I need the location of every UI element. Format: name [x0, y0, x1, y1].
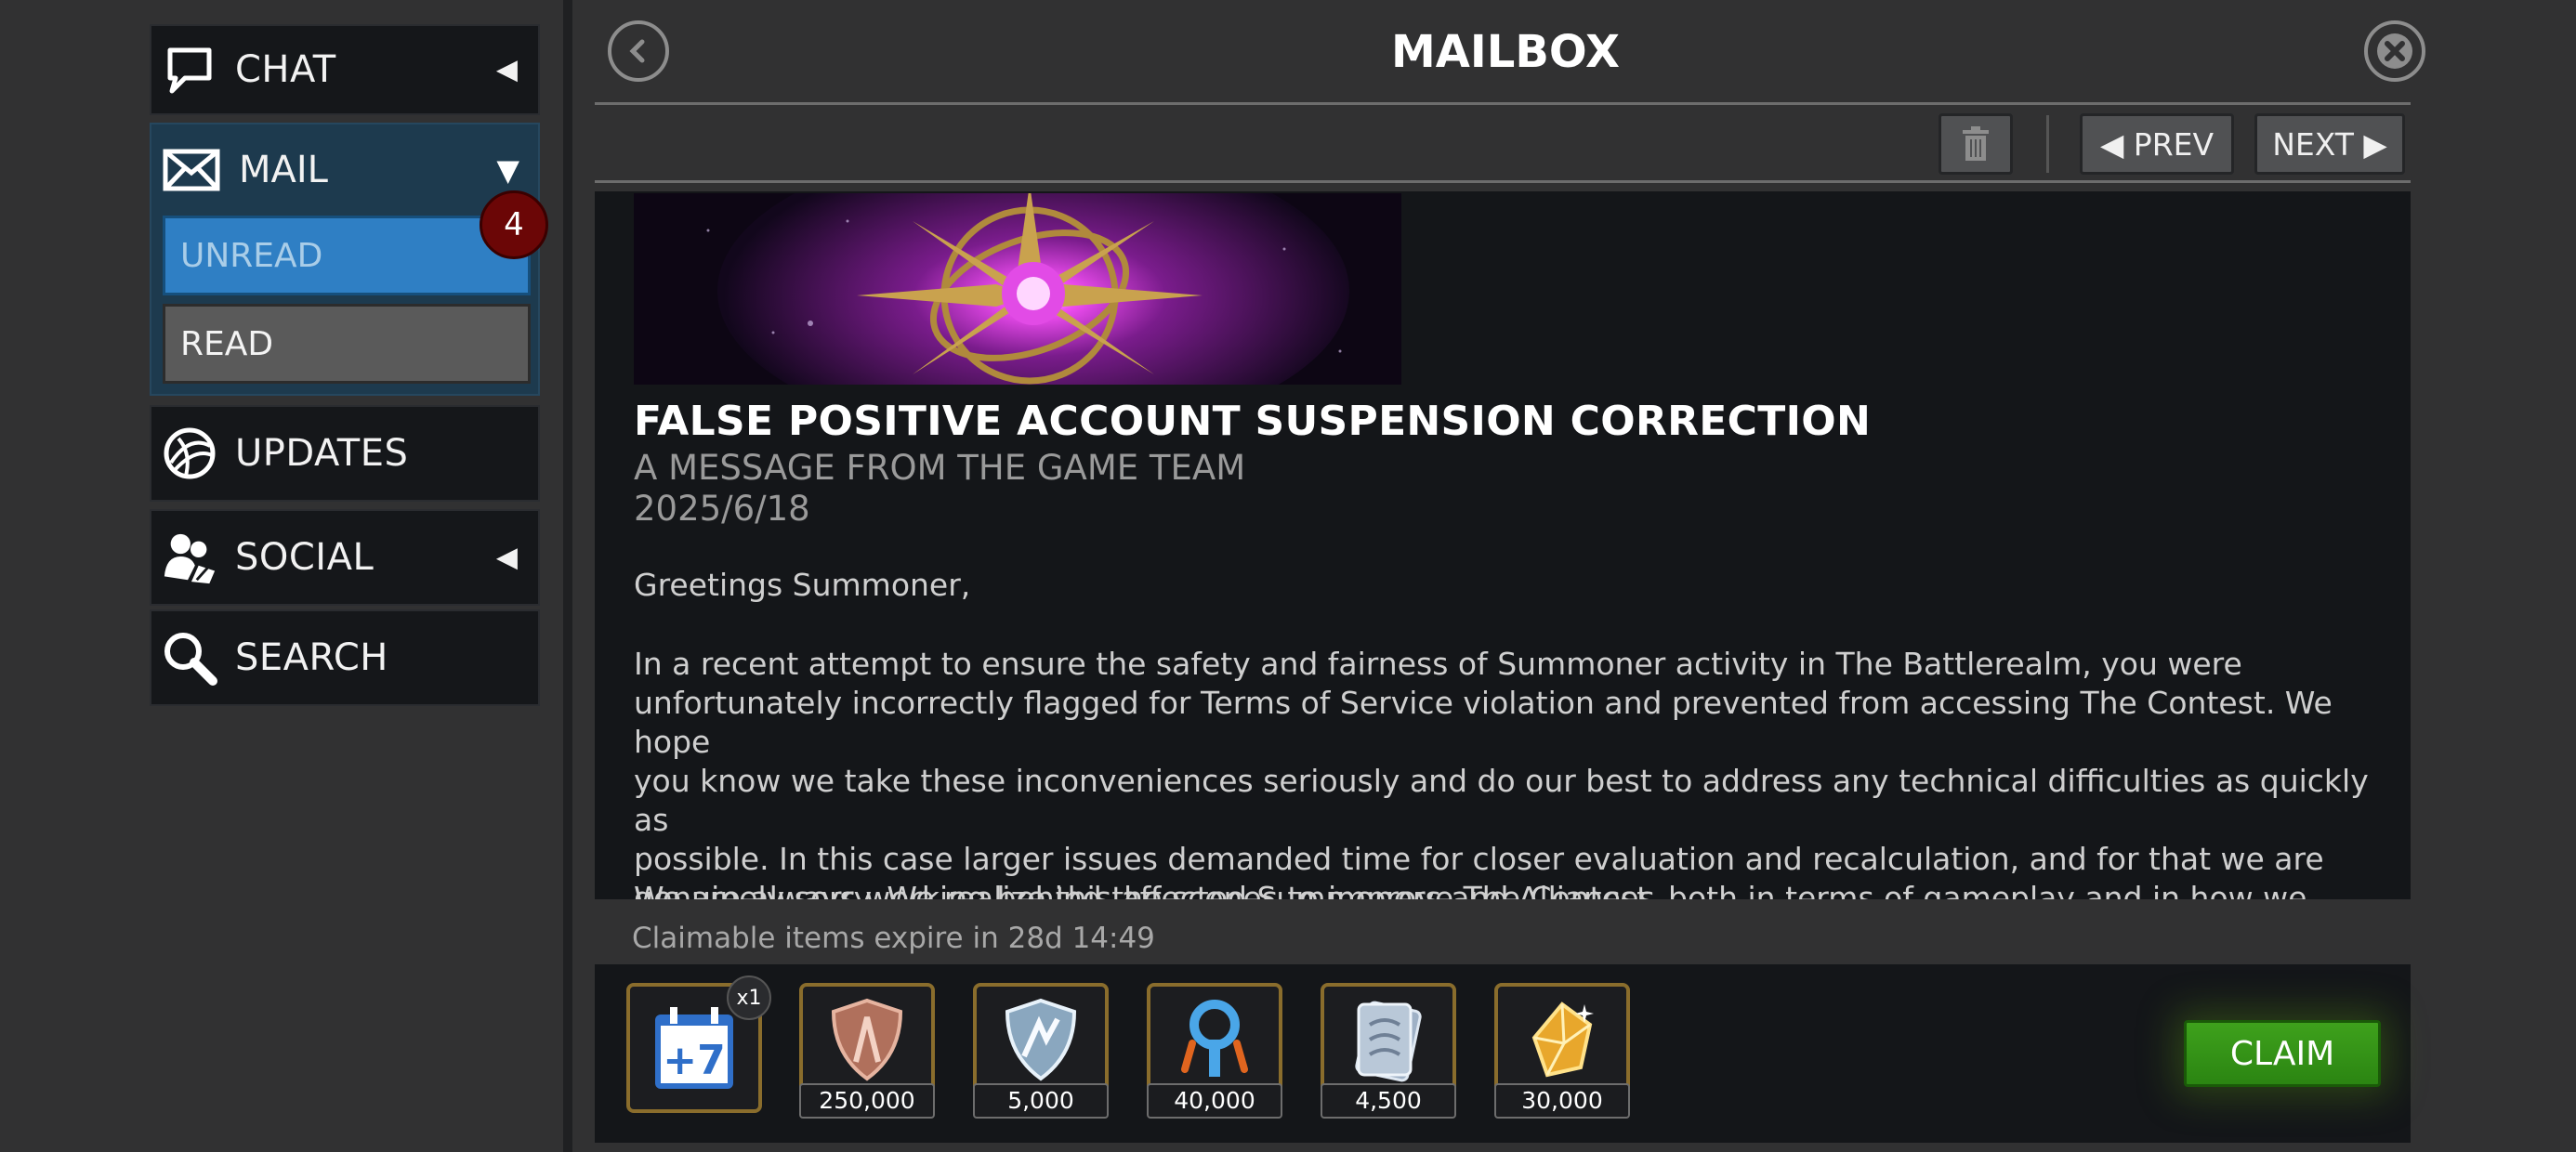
search-icon	[161, 629, 218, 687]
silver-shield-icon	[1005, 998, 1077, 1081]
toolbar-divider	[595, 180, 2411, 183]
reward-item[interactable]: 4,500	[1321, 983, 1456, 1119]
globe-icon	[161, 425, 218, 482]
tab-unread-label: UNREAD	[180, 236, 323, 275]
reward-quantity: 30,000	[1494, 1083, 1630, 1119]
svg-text:+7: +7	[663, 1037, 725, 1084]
message-content[interactable]: FALSE POSITIVE ACCOUNT SUSPENSION CORREC…	[595, 191, 2411, 899]
reward-item[interactable]: 30,000	[1494, 983, 1630, 1119]
reward-item[interactable]: 40,000	[1147, 983, 1282, 1119]
reward-items: +7 x1 250,000 5,000 40,000 4,500 30,000	[595, 964, 2411, 1143]
trash-icon	[1963, 126, 1989, 161]
chat-icon	[161, 41, 218, 98]
message-body: In a recent attempt to ensure the safety…	[634, 645, 2372, 899]
reward-quantity: 250,000	[799, 1083, 935, 1119]
message-body-cutoff-line: We are always working behind the scenes …	[634, 880, 2307, 899]
claim-button[interactable]: CLAIM	[2184, 1020, 2381, 1087]
message-body-line: you know we take these inconveniences se…	[634, 763, 2369, 838]
nav-mail-label: MAIL	[239, 149, 328, 191]
panel-divider	[563, 0, 572, 1152]
nav-mail-group: MAIL ▼ UNREAD READ	[150, 123, 540, 396]
tab-read[interactable]: READ	[163, 304, 531, 384]
nav-search[interactable]: SEARCH	[150, 609, 540, 706]
claim-expire-text: Claimable items expire in 28d 14:49	[632, 922, 1155, 955]
blue-key-icon	[1181, 1000, 1248, 1077]
reward-quantity: 40,000	[1147, 1083, 1282, 1119]
nav-updates-label: UPDATES	[235, 432, 409, 475]
unread-count-badge: 4	[480, 190, 548, 259]
prev-button[interactable]: ◀ PREV	[2080, 113, 2234, 175]
message-subtitle: A MESSAGE FROM THE GAME TEAM	[634, 448, 1246, 488]
close-button[interactable]	[2364, 20, 2425, 82]
nav-search-label: SEARCH	[235, 636, 388, 679]
message-body-line: unfortunately incorrectly flagged for Te…	[634, 685, 2333, 760]
reward-badge: x1	[727, 975, 771, 1020]
next-button[interactable]: NEXT ▶	[2254, 113, 2405, 175]
envelope-icon	[161, 149, 222, 191]
reward-quantity: 4,500	[1321, 1083, 1456, 1119]
page-title: MAILBOX	[1390, 26, 1621, 78]
chevron-down-icon: ▼	[496, 152, 519, 188]
nav-social[interactable]: SOCIAL ◀	[150, 509, 540, 606]
toolbar-separator	[2046, 115, 2049, 173]
tab-unread[interactable]: UNREAD	[163, 216, 531, 295]
header-divider	[595, 102, 2411, 105]
silver-card-icon	[1355, 1001, 1422, 1082]
gold-crystal-icon	[1531, 1001, 1594, 1078]
message-date: 2025/6/18	[634, 489, 810, 529]
tab-read-label: READ	[180, 324, 274, 363]
back-button[interactable]	[608, 20, 669, 82]
reward-item[interactable]: +7 x1	[626, 975, 771, 1113]
message-body-line: possible. In this case larger issues dem…	[634, 841, 2324, 877]
plus-7-calendar-icon: +7	[655, 1007, 733, 1089]
nav-mail[interactable]: MAIL ▼	[151, 124, 538, 216]
message-greeting: Greetings Summoner,	[634, 567, 971, 603]
reward-item[interactable]: 5,000	[973, 983, 1109, 1119]
message-banner-image	[634, 193, 1401, 385]
nav-updates[interactable]: UPDATES	[150, 405, 540, 502]
chevron-left-icon	[629, 39, 645, 63]
nav-chat-label: CHAT	[235, 48, 336, 91]
reward-item[interactable]: 250,000	[799, 983, 935, 1119]
social-people-icon	[161, 529, 218, 586]
nav-social-label: SOCIAL	[235, 536, 375, 579]
chevron-left-icon: ◀	[495, 541, 518, 574]
reward-quantity: 5,000	[973, 1083, 1109, 1119]
message-body-line: In a recent attempt to ensure the safety…	[634, 646, 2242, 682]
message-title: FALSE POSITIVE ACCOUNT SUSPENSION CORREC…	[634, 398, 1872, 445]
nav-chat[interactable]: CHAT ◀	[150, 24, 540, 115]
chevron-left-icon: ◀	[495, 53, 518, 86]
delete-button[interactable]	[1939, 113, 2013, 175]
bronze-shield-icon	[831, 998, 903, 1081]
close-icon	[2377, 33, 2412, 69]
